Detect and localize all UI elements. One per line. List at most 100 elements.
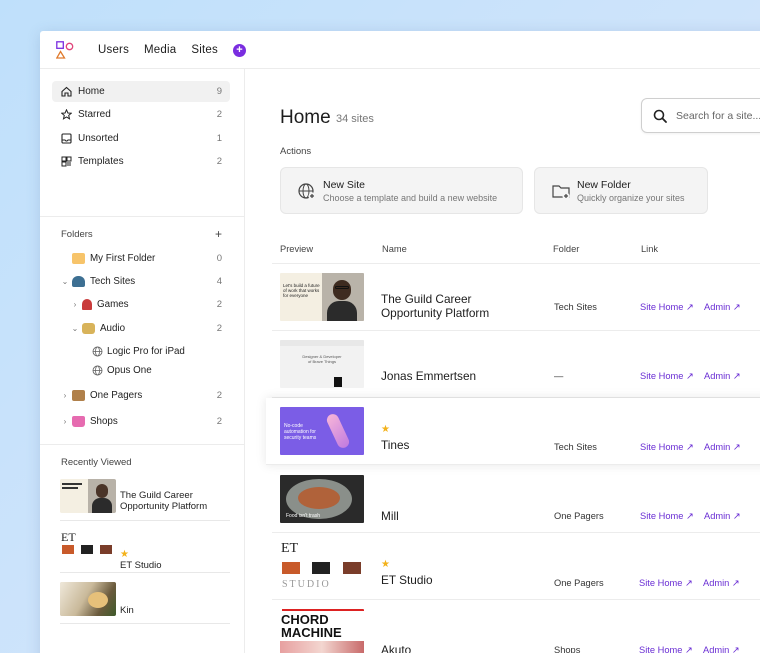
folder-shops[interactable]: › Shops 2 [60, 412, 230, 430]
admin-link[interactable]: Admin ↗ [704, 302, 741, 313]
add-folder-button[interactable]: + [215, 227, 222, 241]
table-row[interactable]: ET STUDIO ★ ET Studio One Pagers Site Ho… [272, 533, 760, 600]
site-opus-one[interactable]: Opus One [92, 361, 230, 379]
bowl-icon [72, 275, 85, 287]
preview-thumb-tines: No-code automation for security teams [280, 407, 364, 455]
folder-label: Tech Sites [90, 275, 136, 287]
site-logic-pro[interactable]: Logic Pro for iPad [92, 342, 230, 360]
star-icon[interactable]: ★ [381, 559, 390, 570]
search-input[interactable] [676, 109, 760, 122]
preview-thumb-et-studio: ET STUDIO [280, 542, 364, 590]
new-site-button[interactable]: New Site Choose a template and build a n… [280, 167, 523, 214]
chevron-right-icon[interactable]: › [60, 417, 70, 426]
logo-icon[interactable] [56, 41, 74, 59]
site-home-link[interactable]: Site Home ↗ [640, 302, 694, 313]
divider [60, 520, 230, 521]
site-count: 34 sites [336, 113, 374, 125]
folder-audio[interactable]: ⌄ Audio 2 [70, 319, 230, 337]
sidebar-item-templates[interactable]: Templates 2 [52, 151, 230, 172]
nav-add-button[interactable]: + [232, 43, 246, 57]
folder-count: 4 [216, 275, 222, 287]
site-name[interactable]: Mill [381, 509, 399, 523]
action-title: New Folder [577, 178, 631, 191]
templates-icon [60, 156, 72, 168]
wave-icon [72, 252, 85, 264]
search-icon [653, 109, 667, 123]
folder-one-pagers[interactable]: › One Pagers 2 [60, 386, 230, 404]
divider [60, 623, 230, 624]
recent-label[interactable]: The Guild Career Opportunity Platform [120, 490, 230, 512]
preview-thumb-jonas: Designer & Developer of Brave Things [280, 340, 364, 388]
nav-media[interactable]: Media [144, 44, 176, 56]
sidebar-item-count: 9 [216, 86, 222, 97]
admin-link[interactable]: Admin ↗ [704, 371, 741, 382]
table-row[interactable]: Food isn't trash Mill One Pagers Site Ho… [272, 466, 760, 533]
site-folder: Shops [554, 645, 581, 653]
page-title: Home [280, 107, 331, 128]
folder-games[interactable]: › Games 2 [70, 295, 230, 313]
site-home-link[interactable]: Site Home ↗ [640, 511, 694, 522]
action-desc: Choose a template and build a new websit… [323, 192, 498, 203]
sidebar-item-home[interactable]: Home 9 [52, 81, 230, 102]
site-name[interactable]: Tines [381, 438, 409, 452]
app-window: Users Media Sites + Home 9 Starred 2 Uns… [40, 31, 760, 653]
folder-count: 2 [216, 389, 222, 401]
divider [40, 444, 245, 445]
star-icon: ★ [120, 549, 129, 560]
recent-label[interactable]: Kin [120, 605, 134, 616]
admin-link[interactable]: Admin ↗ [704, 442, 741, 453]
admin-link[interactable]: Admin ↗ [703, 578, 740, 589]
recent-thumb-guild[interactable] [60, 479, 116, 513]
search-box[interactable] [641, 98, 760, 133]
main-content: Home 34 sites Actions New Site Choose a … [246, 69, 760, 653]
admin-link[interactable]: Admin ↗ [703, 645, 740, 653]
chevron-down-icon[interactable]: ⌄ [60, 277, 70, 286]
folder-plus-icon [552, 184, 570, 200]
folder-tech-sites[interactable]: ⌄ Tech Sites 4 [60, 272, 230, 290]
site-name[interactable]: Jonas Emmertsen [381, 369, 476, 383]
recent-thumb-kin[interactable] [60, 582, 116, 616]
chevron-right-icon[interactable]: › [70, 300, 80, 309]
folder-my-first-folder[interactable]: My First Folder 0 [60, 249, 230, 267]
site-home-link[interactable]: Site Home ↗ [639, 578, 693, 589]
top-bar: Users Media Sites + [40, 31, 760, 69]
table-row[interactable]: CHORD MACHINE Akuto Shops Site Home ↗ Ad… [272, 600, 760, 653]
recent-label[interactable]: ET Studio [120, 560, 162, 571]
nav-users[interactable]: Users [98, 44, 129, 56]
actions-label: Actions [280, 146, 312, 157]
site-home-link[interactable]: Site Home ↗ [640, 371, 694, 382]
inbox-icon [60, 133, 72, 145]
admin-link[interactable]: Admin ↗ [704, 511, 741, 522]
site-name[interactable]: ET Studio [381, 573, 433, 587]
chevron-right-icon[interactable]: › [60, 391, 70, 400]
sidebar-item-label: Starred [78, 109, 111, 120]
sidebar-item-count: 2 [216, 109, 222, 120]
star-icon[interactable]: ★ [381, 424, 390, 435]
site-home-link[interactable]: Site Home ↗ [639, 645, 693, 653]
table-row[interactable]: Designer & Developer of Brave Things Jon… [272, 331, 760, 398]
site-folder: Tech Sites [554, 302, 597, 312]
home-icon [60, 86, 72, 98]
site-name[interactable]: Akuto [381, 643, 411, 653]
nav-sites[interactable]: Sites [191, 44, 218, 56]
table-row[interactable]: No-code automation for security teams ★ … [266, 398, 760, 465]
site-name[interactable]: The Guild Career Opportunity Platform [381, 292, 531, 320]
sidebar: Home 9 Starred 2 Unsorted 1 Templates 2 … [40, 69, 245, 653]
column-link: Link [641, 244, 659, 254]
recent-thumb-et-studio[interactable]: ET [60, 530, 116, 564]
sidebar-item-starred[interactable]: Starred 2 [52, 104, 230, 125]
sidebar-item-label: Templates [78, 156, 124, 167]
divider [40, 216, 245, 217]
divider [60, 572, 230, 573]
site-home-link[interactable]: Site Home ↗ [640, 442, 694, 453]
recently-viewed-title: Recently Viewed [61, 457, 132, 468]
folder-label: Shops [90, 415, 118, 427]
sidebar-item-unsorted[interactable]: Unsorted 1 [52, 128, 230, 149]
new-folder-button[interactable]: New Folder Quickly organize your sites [534, 167, 708, 214]
thumb-text: ET [281, 542, 299, 556]
globe-plus-icon [298, 182, 316, 200]
table-row[interactable]: Let's build a future of work that works … [272, 264, 760, 331]
action-title: New Site [323, 178, 366, 191]
folder-label: Audio [100, 322, 126, 334]
chevron-down-icon[interactable]: ⌄ [70, 324, 80, 333]
